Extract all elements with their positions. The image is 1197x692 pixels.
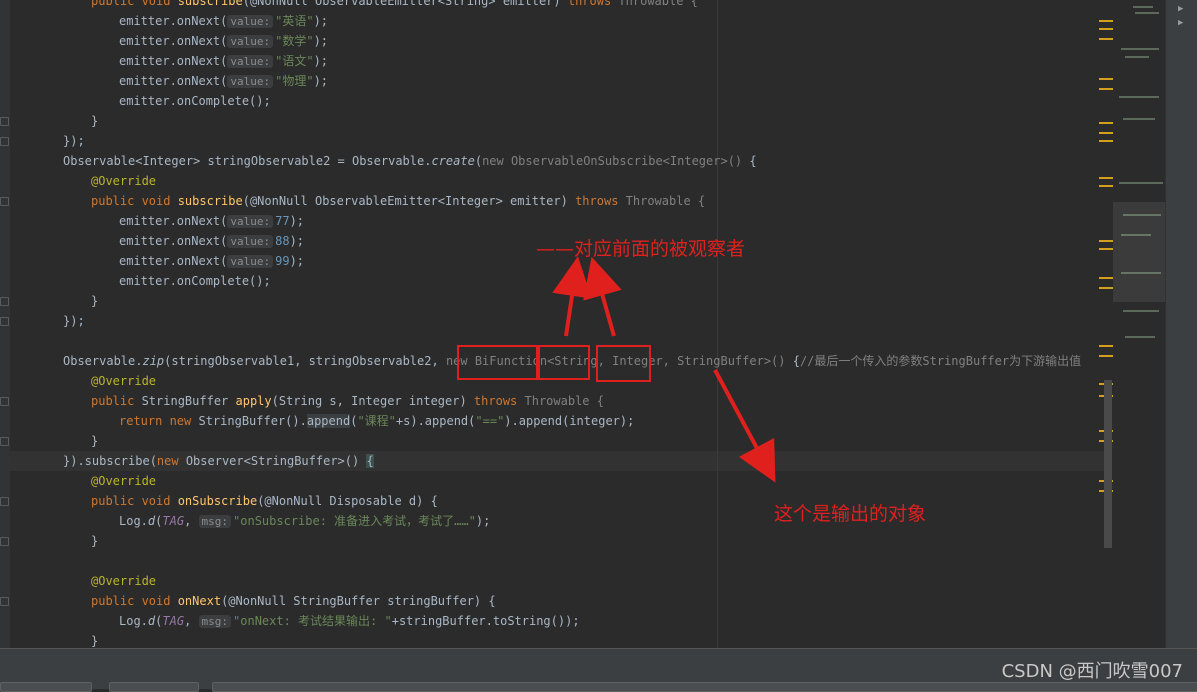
arrow-up-left bbox=[552, 256, 592, 337]
collapse-arrow-icon[interactable]: ▶ bbox=[1178, 18, 1183, 28]
annotation-note-observable: ——对应前面的被观察者 bbox=[536, 238, 746, 260]
vertical-scrollbar[interactable] bbox=[1104, 380, 1112, 548]
collapse-arrow-icon[interactable]: ▶ bbox=[1178, 4, 1183, 14]
arrow-up-right bbox=[583, 256, 622, 337]
code-minimap[interactable] bbox=[1113, 0, 1165, 360]
minimap-viewport[interactable] bbox=[1113, 202, 1165, 302]
bottom-tab[interactable] bbox=[0, 682, 92, 692]
bottom-tab[interactable] bbox=[109, 682, 199, 692]
right-tool-strip: ▶ ▶ bbox=[1165, 0, 1197, 648]
bottom-tab[interactable] bbox=[212, 682, 1197, 692]
arrow-down-right bbox=[713, 369, 776, 483]
annotation-arrows bbox=[552, 256, 776, 483]
annotation-note-output: 这个是输出的对象 bbox=[774, 503, 927, 525]
watermark: CSDN @西门吹雪007 bbox=[1001, 661, 1183, 682]
